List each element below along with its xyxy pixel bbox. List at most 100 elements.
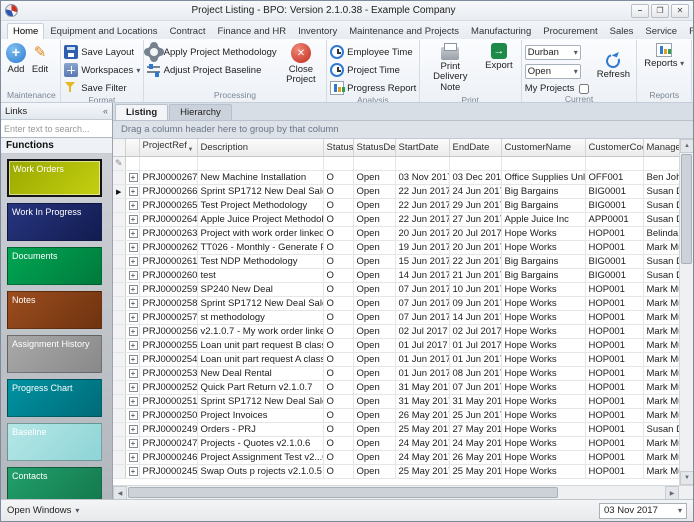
cell-status[interactable]: O <box>323 198 353 212</box>
cell-desc[interactable]: Sprint SP1712 New Deal Sale <box>197 296 323 310</box>
cell-code[interactable]: HOP001 <box>585 324 643 338</box>
filter-dropdown-icon[interactable] <box>188 143 194 154</box>
cell-end[interactable]: 01 Jun 2017 <box>449 352 501 366</box>
expand-icon[interactable] <box>129 453 138 462</box>
expand-icon[interactable] <box>129 383 138 392</box>
cell-manager[interactable]: Mark Mud <box>643 240 679 254</box>
export-button[interactable]: Export <box>480 41 518 73</box>
cell-status[interactable]: O <box>323 296 353 310</box>
cell-manager[interactable]: Mark Mud <box>643 464 679 478</box>
cell-desc[interactable]: TT026 - Monthly - Generate Project <box>197 240 323 254</box>
site-select[interactable]: Durban <box>525 45 581 60</box>
cell-ref[interactable]: PRJ0000261 <box>139 254 197 268</box>
cell-ref[interactable]: PRJ0000249 <box>139 422 197 436</box>
cell-start[interactable]: 20 Jun 2017 <box>395 226 449 240</box>
function-tile-assignment-history[interactable]: Assignment History <box>7 335 102 373</box>
cell-ref[interactable]: PRJ0000254 <box>139 352 197 366</box>
cell-end[interactable]: 27 May 2017 <box>449 422 501 436</box>
cell-start[interactable]: 03 Nov 2017 <box>395 170 449 184</box>
column-header-status[interactable]: Status <box>323 139 353 156</box>
cell-customer[interactable]: Hope Works <box>501 352 585 366</box>
cell-customer[interactable]: Hope Works <box>501 450 585 464</box>
expand-icon[interactable] <box>129 243 138 252</box>
cell-statusdesc[interactable]: Open <box>353 422 395 436</box>
expand-icon[interactable] <box>129 173 138 182</box>
cell-code[interactable]: HOP001 <box>585 226 643 240</box>
table-row[interactable]: PRJ0000267New Machine InstallationOOpen0… <box>113 170 679 184</box>
cell-desc[interactable]: SP240 New Deal <box>197 282 323 296</box>
cell-code[interactable]: HOP001 <box>585 352 643 366</box>
cell-ref[interactable]: PRJ0000256 <box>139 324 197 338</box>
cell-code[interactable]: HOP001 <box>585 450 643 464</box>
cell-desc[interactable]: Project Assignment Test v2...0..5 <box>197 450 323 464</box>
cell-end[interactable]: 02 Jul 2017 <box>449 324 501 338</box>
column-header-customername[interactable]: CustomerName <box>501 139 585 156</box>
cell-start[interactable]: 07 Jun 2017 <box>395 282 449 296</box>
status-select[interactable]: Open <box>525 64 581 79</box>
cell-status[interactable]: O <box>323 226 353 240</box>
vertical-scroll-track[interactable] <box>680 153 693 471</box>
cell-desc[interactable]: Projects - Quotes v2.1.0.6 <box>197 436 323 450</box>
cell-statusdesc[interactable]: Open <box>353 338 395 352</box>
my-projects-checkbox-row[interactable]: My Projects <box>525 83 590 94</box>
cell-code[interactable]: HOP001 <box>585 338 643 352</box>
cell-customer[interactable]: Hope Works <box>501 226 585 240</box>
cell-status[interactable]: O <box>323 352 353 366</box>
cell-status[interactable]: O <box>323 436 353 450</box>
cell-manager[interactable]: Mark Mud <box>643 338 679 352</box>
table-row[interactable]: PRJ0000255Loan unit part request B class… <box>113 338 679 352</box>
cell-ref[interactable]: PRJ0000258 <box>139 296 197 310</box>
cell-manager[interactable]: Mark Mud <box>643 436 679 450</box>
column-header-projectref[interactable]: ProjectRef <box>139 139 197 156</box>
column-header-description[interactable]: Description <box>197 139 323 156</box>
ribbon-tab-contract[interactable]: Contract <box>164 23 212 39</box>
cell-status[interactable]: O <box>323 170 353 184</box>
function-tile-contacts[interactable]: Contacts <box>7 467 102 499</box>
cell-desc[interactable]: Test Project Methodology <box>197 198 323 212</box>
cell-start[interactable]: 26 May 2017 <box>395 408 449 422</box>
function-tile-work-in-progress[interactable]: Work In Progress <box>7 203 102 241</box>
cell-code[interactable]: HOP001 <box>585 436 643 450</box>
cell-status[interactable]: O <box>323 240 353 254</box>
cell-customer[interactable]: Hope Works <box>501 324 585 338</box>
cell-code[interactable]: HOP001 <box>585 380 643 394</box>
cell-statusdesc[interactable]: Open <box>353 212 395 226</box>
cell-ref[interactable]: PRJ0000252 <box>139 380 197 394</box>
cell-desc[interactable]: Loan unit part request A class <box>197 352 323 366</box>
add-button[interactable]: Add <box>5 41 27 77</box>
cell-end[interactable]: 31 May 2017 <box>449 394 501 408</box>
cell-end[interactable]: 21 Jun 2017 <box>449 268 501 282</box>
cell-code[interactable]: HOP001 <box>585 394 643 408</box>
cell-customer[interactable]: Hope Works <box>501 310 585 324</box>
cell-manager[interactable]: Mark Mud <box>643 352 679 366</box>
cell-manager[interactable]: Susan Du <box>643 212 679 226</box>
cell-end[interactable]: 07 Jun 2017 <box>449 380 501 394</box>
cell-customer[interactable]: Hope Works <box>501 380 585 394</box>
cell-statusdesc[interactable]: Open <box>353 408 395 422</box>
column-header-managername[interactable]: ManagerName <box>643 139 679 156</box>
cell-code[interactable]: HOP001 <box>585 296 643 310</box>
cell-desc[interactable]: Sprint SP1712 New Deal Sale <box>197 184 323 198</box>
ribbon-tab-reporting[interactable]: Reporting <box>683 23 693 39</box>
cell-code[interactable]: OFF001 <box>585 170 643 184</box>
cell-end[interactable]: 22 Jun 2017 <box>449 254 501 268</box>
cell-end[interactable]: 29 Jun 2017 <box>449 198 501 212</box>
filter-cell[interactable] <box>353 156 395 170</box>
filter-cell[interactable] <box>643 156 679 170</box>
table-row[interactable]: PRJ0000260testOOpen14 Jun 201721 Jun 201… <box>113 268 679 282</box>
cell-desc[interactable]: Apple Juice Project Methodology New... <box>197 212 323 226</box>
cell-start[interactable]: 01 Jul 2017 <box>395 338 449 352</box>
column-header-startdate[interactable]: StartDate <box>395 139 449 156</box>
cell-desc[interactable]: Project with work order linked to asse..… <box>197 226 323 240</box>
cell-desc[interactable]: test <box>197 268 323 282</box>
auto-filter-row[interactable] <box>113 156 679 170</box>
cell-statusdesc[interactable]: Open <box>353 380 395 394</box>
cell-ref[interactable]: PRJ0000262 <box>139 240 197 254</box>
cell-desc[interactable]: st methodology <box>197 310 323 324</box>
function-tile-notes[interactable]: Notes <box>7 291 102 329</box>
horizontal-scrollbar[interactable] <box>113 485 693 499</box>
cell-customer[interactable]: Big Bargains <box>501 184 585 198</box>
cell-desc[interactable]: Swap Outs p rojects v2.1.0.5 <box>197 464 323 478</box>
table-row[interactable]: PRJ0000254Loan unit part request A class… <box>113 352 679 366</box>
expand-icon[interactable] <box>129 355 138 364</box>
